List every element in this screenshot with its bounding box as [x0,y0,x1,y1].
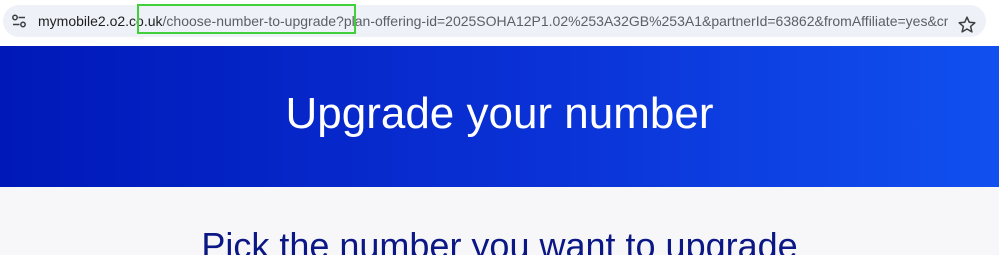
main-content: Pick the number you want to upgrade [0,187,999,255]
section-heading: Pick the number you want to upgrade [201,225,798,255]
url-text[interactable]: mymobile2.o2.co.uk/choose-number-to-upgr… [38,5,948,37]
url-path: /choose-number-to-upgrade?plan-offering-… [162,13,948,29]
hero-banner: Upgrade your number [0,46,999,187]
omnibox[interactable]: mymobile2.o2.co.uk/choose-number-to-upgr… [3,5,986,37]
browser-address-bar: mymobile2.o2.co.uk/choose-number-to-upgr… [0,0,999,44]
url-host: mymobile2.o2.co.uk [38,13,163,29]
page-title: Upgrade your number [285,89,714,138]
bookmark-star-icon[interactable] [957,15,977,35]
site-info-icon[interactable] [11,13,27,29]
